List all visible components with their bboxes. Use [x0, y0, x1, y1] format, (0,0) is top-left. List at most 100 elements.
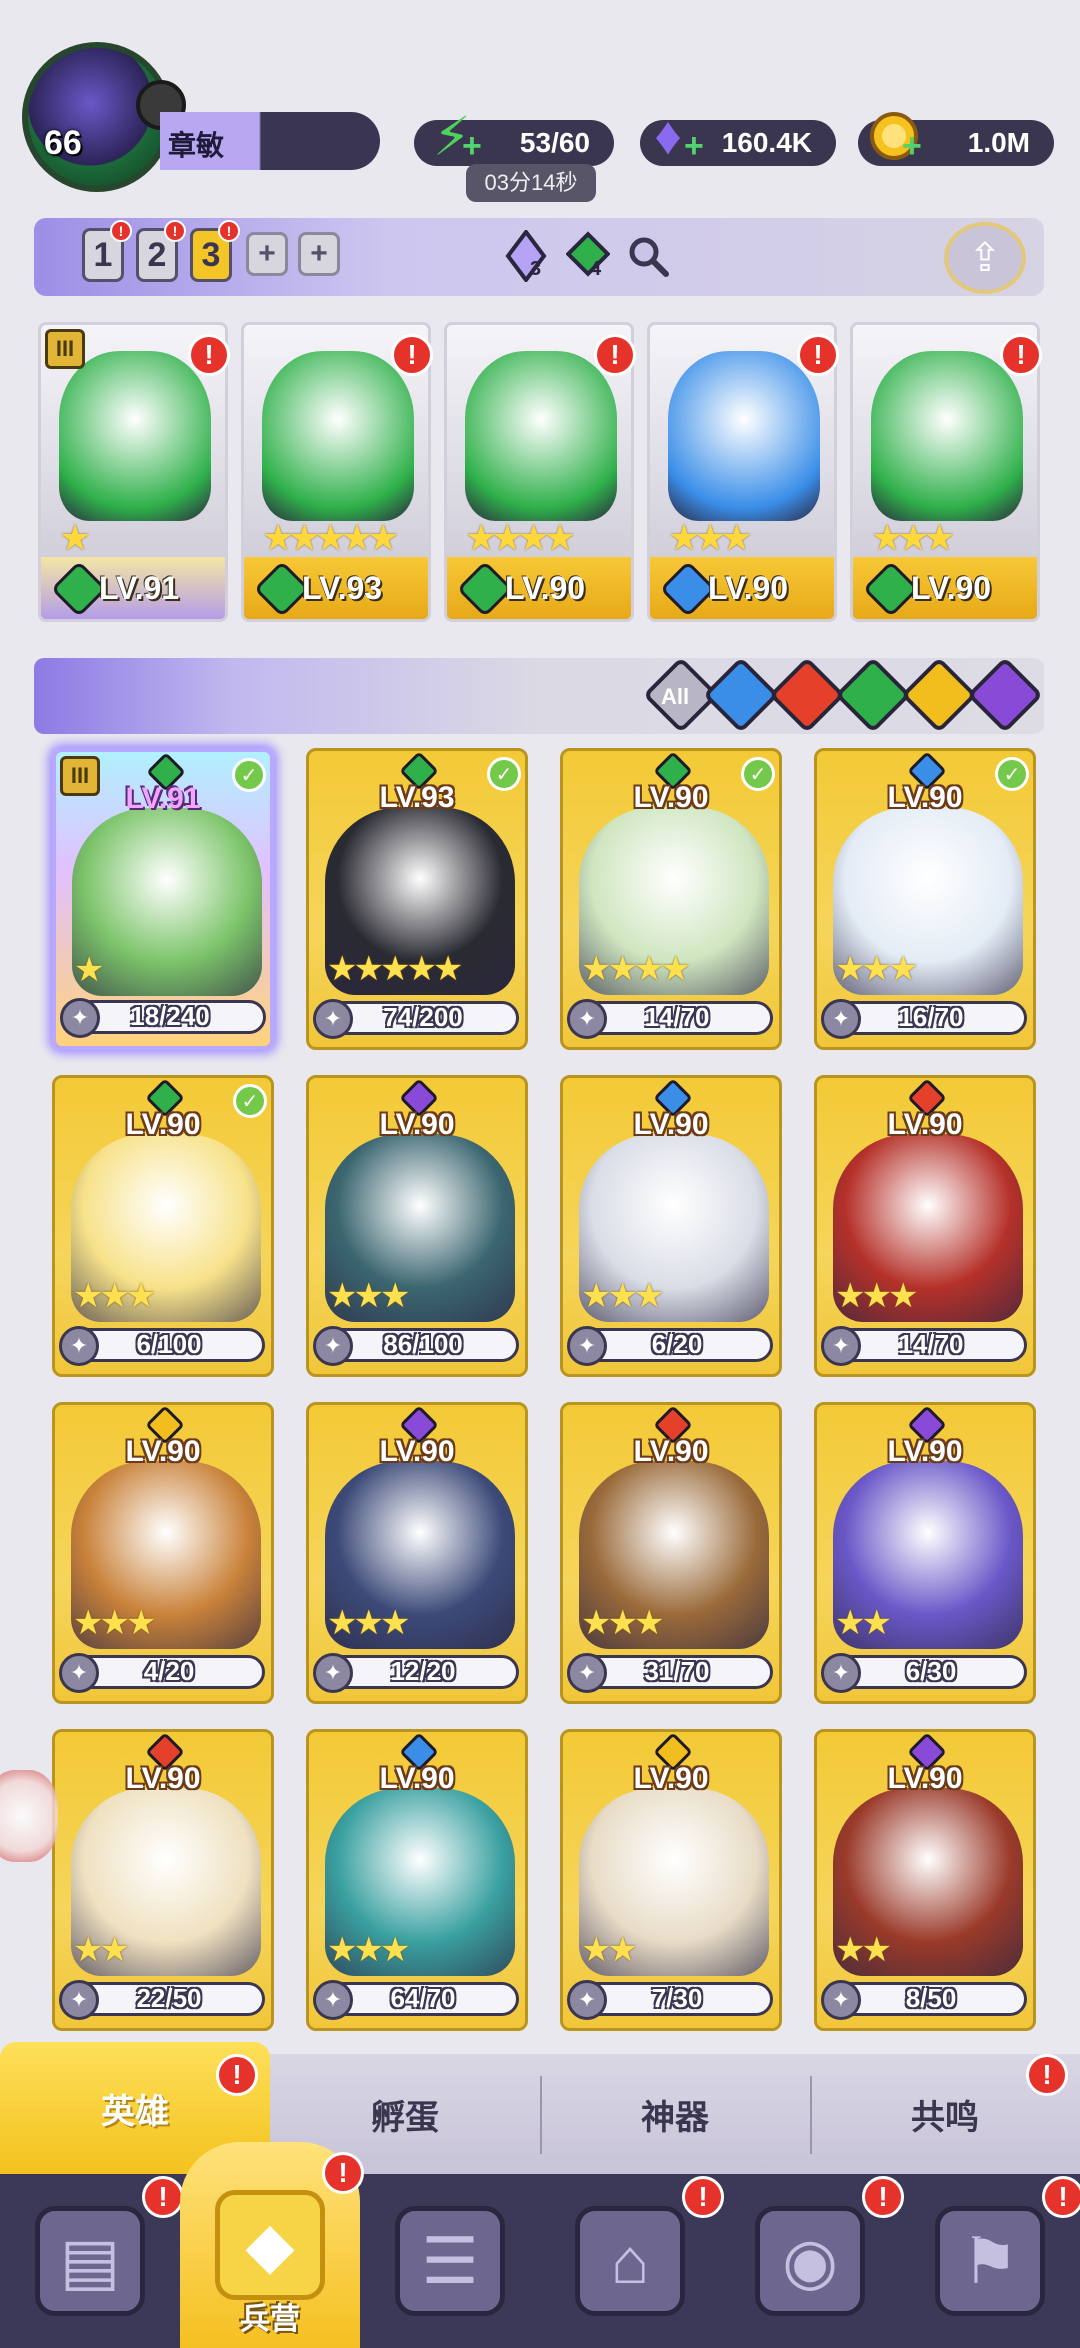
green-gem-count: 4 [590, 258, 602, 280]
hero-level: LV.90 [379, 1108, 455, 1141]
hero-card[interactable]: LV.90 ✓ ★★★ ✦ 6/100 [52, 1075, 274, 1377]
star-rating: ★★★★★ [262, 517, 399, 558]
star-rating: ★★ [835, 1931, 892, 1969]
in-team-check-icon: ✓ [741, 757, 775, 791]
shard-count: 8/50 [905, 1983, 957, 2013]
star-rating: ★ [74, 951, 105, 989]
star-rating: ★★★ [327, 1604, 410, 1642]
hero-card[interactable]: LV.90 ★★★ ✦ 14/70 [814, 1075, 1036, 1377]
purple-gem-icon[interactable] [498, 228, 554, 284]
hero-level: LV.90 [887, 1435, 963, 1468]
shard-icon: ✦ [821, 999, 861, 1039]
hero-level: LV.91 [99, 570, 180, 606]
hero-card[interactable]: LV.90 ★★ ✦ 7/30 [560, 1729, 782, 2031]
star-rating: ★★★ [581, 1277, 664, 1315]
shard-icon: ✦ [313, 1980, 353, 2020]
tab-divider [810, 2076, 812, 2154]
alert-badge: ! [862, 2176, 904, 2218]
alert-badge: ! [594, 334, 636, 376]
hero-card[interactable]: LV.90 ★★★ ✦ 6/20 [560, 1075, 782, 1377]
top-bar: 66 章敏 53/60 ⚡ + 03分14秒 160.4K ♦ + 1.0M + [0, 0, 1080, 202]
shard-count: 6/20 [651, 1329, 703, 1359]
hero-level: LV.90 [911, 570, 992, 606]
share-button[interactable]: ⇪ [944, 222, 1026, 294]
shard-icon: ✦ [821, 1326, 861, 1366]
alert-badge: ! [110, 220, 132, 242]
hero-level: LV.90 [887, 1762, 963, 1795]
gold-plus-icon[interactable]: + [902, 129, 926, 163]
shard-count: 6/30 [905, 1656, 957, 1686]
hero-card[interactable]: LV.90 ★★★ ✦ 86/100 [306, 1075, 528, 1377]
alert-badge: ! [216, 2054, 258, 2096]
star-rating: ★★ [581, 1931, 638, 1969]
shard-icon: ✦ [567, 999, 607, 1039]
hero-card[interactable]: LV.93 ✓ ★★★★★ ✦ 74/200 [306, 748, 528, 1050]
add-team-slot-button[interactable]: + [298, 232, 340, 276]
alert-badge: ! [391, 334, 433, 376]
hero-level: LV.90 [125, 1435, 201, 1468]
in-team-check-icon: ✓ [487, 757, 521, 791]
star-rating: ★★★ [73, 1604, 156, 1642]
search-icon[interactable] [620, 228, 676, 284]
filter-all-label: All [660, 684, 690, 709]
hero-card[interactable]: LV.90 ★★ ✦ 22/50 [52, 1729, 274, 2031]
hero-card[interactable]: LV.90 ★★★ ✦ 4/20 [52, 1402, 274, 1704]
shard-count: 86/100 [383, 1329, 463, 1359]
shard-icon: ✦ [567, 1326, 607, 1366]
shard-count: 4/20 [143, 1656, 195, 1686]
nav-label: 兵营 [240, 2303, 300, 2336]
star-rating: ★★ [835, 1604, 892, 1642]
hero-card[interactable]: LV.90 ★★★ ✦ 31/70 [560, 1402, 782, 1704]
gems-plus-icon[interactable]: + [684, 129, 708, 163]
energy-plus-icon[interactable]: + [462, 129, 486, 163]
star-rating: ★★★★★ [327, 950, 463, 988]
shard-count: 31/70 [644, 1656, 710, 1686]
player-name: 章敏 [168, 130, 225, 161]
player-level: 66 [44, 124, 82, 162]
map-icon: ☰ [395, 2206, 505, 2316]
rank-icon: III [45, 329, 85, 369]
castle-icon: ⌂ [575, 2206, 685, 2316]
hero-portrait [262, 351, 414, 521]
hero-card[interactable]: LV.90 ✓ ★★★ ✦ 16/70 [814, 748, 1036, 1050]
hero-card[interactable]: LV.90 ★★ ✦ 6/30 [814, 1402, 1036, 1704]
hero-card[interactable]: LV.90 ✓ ★★★★ ✦ 14/70 [560, 748, 782, 1050]
hero-level: LV.90 [633, 1435, 709, 1468]
add-team-slot-button[interactable]: + [246, 232, 288, 276]
shard-icon: ✦ [59, 1326, 99, 1366]
hero-portrait [465, 351, 617, 521]
hero-card[interactable]: LV.91 ✓ III ★ ✦ 18/240 [52, 748, 274, 1050]
tab-artifacts[interactable]: 神器 [540, 2054, 810, 2174]
shard-icon: ✦ [313, 1653, 353, 1693]
hero-card[interactable]: LV.90 ★★ ✦ 8/50 [814, 1729, 1036, 2031]
floating-helper-avatar[interactable] [0, 1770, 58, 1862]
shard-count: 74/200 [383, 1002, 463, 1032]
in-team-check-icon: ✓ [995, 757, 1029, 791]
in-team-check-icon: ✓ [232, 758, 266, 792]
shard-count: 6/100 [136, 1329, 202, 1359]
shard-icon: ✦ [313, 1326, 353, 1366]
shard-count: 14/70 [644, 1002, 710, 1032]
hero-level: LV.90 [708, 570, 789, 606]
alert-badge: ! [1042, 2176, 1080, 2218]
alert-badge: ! [682, 2176, 724, 2218]
energy-timer: 03分14秒 [466, 164, 596, 202]
energy-value: 53/60 [519, 127, 590, 158]
star-rating: ★★★ [581, 1604, 664, 1642]
green-gem-icon[interactable] [560, 228, 616, 284]
star-rating: ★★★ [327, 1931, 410, 1969]
hero-portrait [871, 351, 1023, 521]
shard-icon: ✦ [821, 1653, 861, 1693]
alert-badge: ! [322, 2152, 364, 2194]
star-rating: ★★★ [835, 1277, 918, 1315]
hero-card[interactable]: LV.90 ★★★ ✦ 64/70 [306, 1729, 528, 2031]
alert-badge: ! [797, 334, 839, 376]
shard-count: 12/20 [390, 1656, 456, 1686]
hero-level: LV.90 [887, 1108, 963, 1141]
star-rating: ★★ [73, 1931, 130, 1969]
nav-map[interactable]: ☰ [360, 2174, 540, 2348]
hero-level: LV.90 [633, 1108, 709, 1141]
in-team-check-icon: ✓ [233, 1084, 267, 1118]
hero-card[interactable]: LV.90 ★★★ ✦ 12/20 [306, 1402, 528, 1704]
star-rating: ★ [59, 517, 91, 558]
